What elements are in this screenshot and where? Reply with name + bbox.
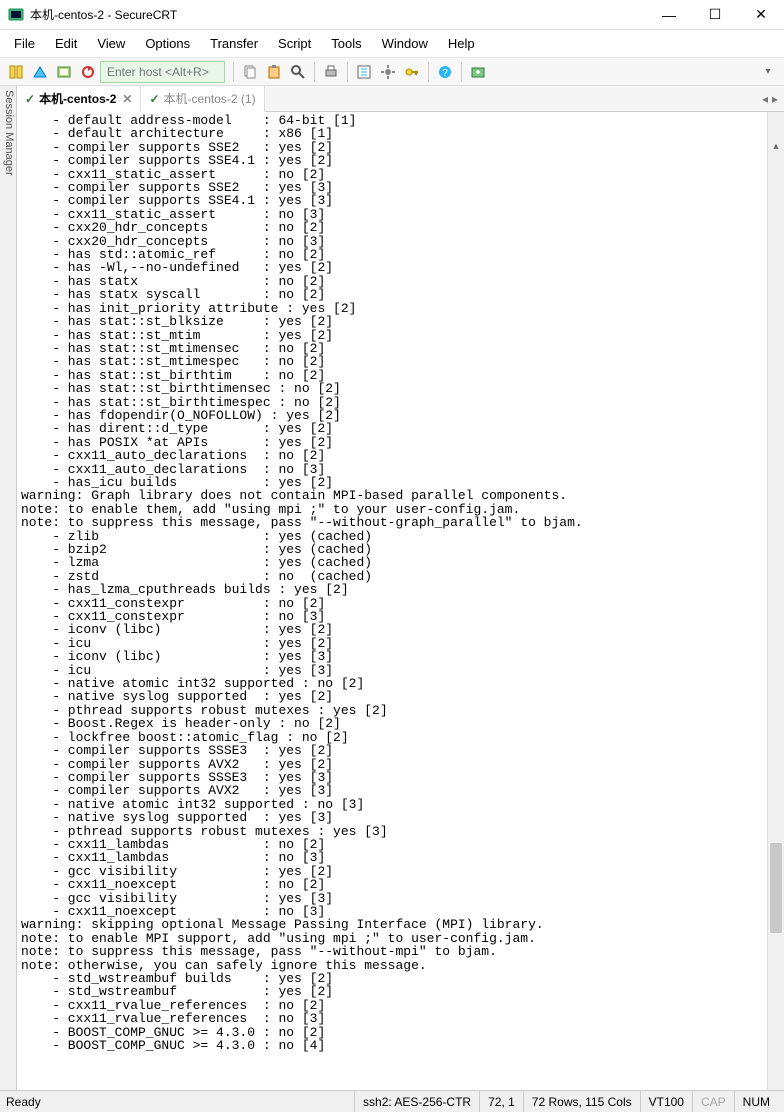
tab-next-icon[interactable]: ▸ bbox=[772, 92, 778, 106]
check-icon: ✓ bbox=[25, 92, 35, 106]
sftp-icon[interactable] bbox=[468, 62, 488, 82]
status-ready: Ready bbox=[6, 1091, 49, 1112]
terminal-output[interactable]: - default address-model : 64-bit [1] - d… bbox=[17, 112, 784, 1090]
app-icon bbox=[8, 7, 24, 23]
menu-help[interactable]: Help bbox=[438, 32, 485, 55]
reconnect-icon[interactable] bbox=[78, 62, 98, 82]
status-cap: CAP bbox=[692, 1091, 734, 1112]
title-bar: 本机-centos-2 - SecureCRT — ☐ ✕ bbox=[0, 0, 784, 30]
window-title: 本机-centos-2 - SecureCRT bbox=[30, 6, 646, 23]
menu-transfer[interactable]: Transfer bbox=[200, 32, 268, 55]
svg-text:?: ? bbox=[442, 68, 448, 79]
quick-connect-icon[interactable] bbox=[30, 62, 50, 82]
menu-tools[interactable]: Tools bbox=[321, 32, 371, 55]
tab-strip: ✓ 本机-centos-2 ✕ ✓ 本机-centos-2 (1) ◂ ▸ bbox=[17, 86, 784, 112]
tab-prev-icon[interactable]: ◂ bbox=[762, 92, 768, 106]
tab-session-1[interactable]: ✓ 本机-centos-2 ✕ bbox=[17, 86, 141, 112]
find-icon[interactable] bbox=[288, 62, 308, 82]
scroll-thumb[interactable] bbox=[770, 843, 782, 933]
tab-label: 本机-centos-2 (1) bbox=[164, 90, 256, 107]
menu-script[interactable]: Script bbox=[268, 32, 321, 55]
properties-icon[interactable] bbox=[354, 62, 374, 82]
connect-in-tab-icon[interactable] bbox=[54, 62, 74, 82]
paste-icon[interactable] bbox=[264, 62, 284, 82]
check-icon: ✓ bbox=[149, 92, 159, 106]
status-num: NUM bbox=[734, 1091, 778, 1112]
menu-window[interactable]: Window bbox=[372, 32, 438, 55]
status-cursor: 72, 1 bbox=[479, 1091, 523, 1112]
status-ssh: ssh2: AES-256-CTR bbox=[354, 1091, 479, 1112]
close-button[interactable]: ✕ bbox=[738, 0, 784, 30]
print-icon[interactable] bbox=[321, 62, 341, 82]
settings-icon[interactable] bbox=[378, 62, 398, 82]
menu-view[interactable]: View bbox=[87, 32, 135, 55]
status-bar: Ready ssh2: AES-256-CTR 72, 1 72 Rows, 1… bbox=[0, 1090, 784, 1112]
scroll-up-icon[interactable]: ▲ bbox=[768, 139, 784, 156]
vertical-scrollbar[interactable]: ▲ ▼ bbox=[767, 112, 784, 1090]
key-icon[interactable] bbox=[402, 62, 422, 82]
menu-edit[interactable]: Edit bbox=[45, 32, 87, 55]
status-size: 72 Rows, 115 Cols bbox=[523, 1091, 640, 1112]
maximize-button[interactable]: ☐ bbox=[692, 0, 738, 30]
status-emulation: VT100 bbox=[640, 1091, 692, 1112]
minimize-button[interactable]: — bbox=[646, 0, 692, 30]
toolbar-overflow-icon[interactable]: ▾ bbox=[758, 62, 778, 82]
menu-file[interactable]: File bbox=[4, 32, 45, 55]
session-manager-icon[interactable] bbox=[6, 62, 26, 82]
toolbar: ? ▾ bbox=[0, 58, 784, 86]
tab-label: 本机-centos-2 bbox=[39, 90, 116, 107]
session-manager-panel[interactable]: Session Manager bbox=[0, 86, 17, 1090]
menu-options[interactable]: Options bbox=[135, 32, 200, 55]
tab-close-icon[interactable]: ✕ bbox=[122, 92, 132, 106]
menu-bar: File Edit View Options Transfer Script T… bbox=[0, 30, 784, 58]
tab-session-2[interactable]: ✓ 本机-centos-2 (1) bbox=[141, 86, 264, 112]
host-input[interactable] bbox=[100, 61, 225, 83]
help-icon[interactable]: ? bbox=[435, 62, 455, 82]
copy-icon[interactable] bbox=[240, 62, 260, 82]
